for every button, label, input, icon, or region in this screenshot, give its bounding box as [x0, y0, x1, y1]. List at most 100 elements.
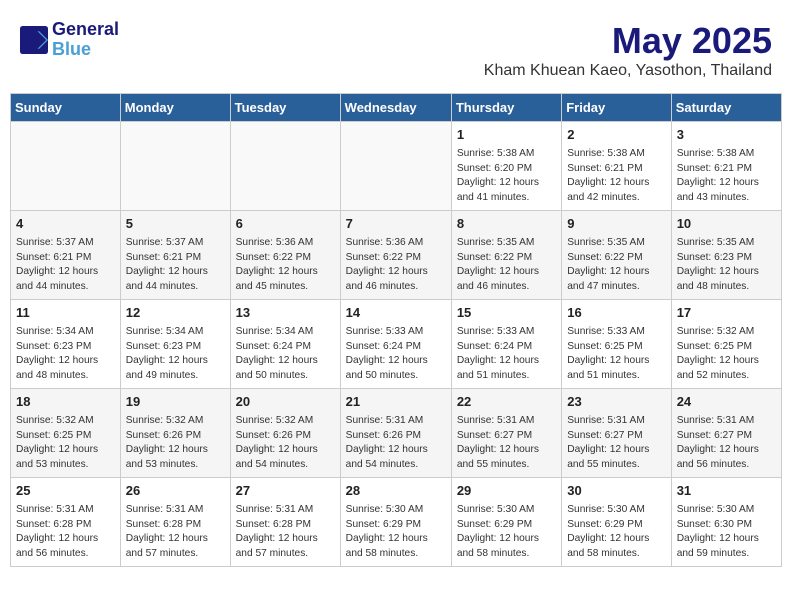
logo-icon [20, 26, 48, 54]
day-content: Sunrise: 5:37 AM Sunset: 6:21 PM Dayligh… [16, 236, 115, 295]
day-content: Sunrise: 5:32 AM Sunset: 6:26 PM Dayligh… [236, 414, 335, 473]
day-of-week-header: Wednesday [340, 94, 451, 122]
day-number: 28 [346, 482, 446, 501]
calendar-cell [11, 122, 121, 211]
day-of-week-header: Monday [120, 94, 230, 122]
day-number: 27 [236, 482, 335, 501]
day-number: 20 [236, 393, 335, 412]
logo: General Blue [20, 20, 119, 60]
calendar-cell [120, 122, 230, 211]
day-number: 17 [677, 304, 776, 323]
calendar-cell: 1 Sunrise: 5:38 AM Sunset: 6:20 PM Daylig… [451, 122, 561, 211]
day-number: 10 [677, 215, 776, 234]
day-content: Sunrise: 5:30 AM Sunset: 6:29 PM Dayligh… [346, 503, 446, 562]
day-number: 15 [457, 304, 556, 323]
calendar-cell: 25 Sunrise: 5:31 AM Sunset: 6:28 PM Dayli… [11, 477, 121, 566]
day-number: 21 [346, 393, 446, 412]
day-content: Sunrise: 5:38 AM Sunset: 6:21 PM Dayligh… [677, 147, 776, 206]
day-content: Sunrise: 5:36 AM Sunset: 6:22 PM Dayligh… [346, 236, 446, 295]
day-number: 1 [457, 126, 556, 145]
calendar-cell: 28 Sunrise: 5:30 AM Sunset: 6:29 PM Dayli… [340, 477, 451, 566]
day-content: Sunrise: 5:38 AM Sunset: 6:20 PM Dayligh… [457, 147, 556, 206]
day-of-week-header: Sunday [11, 94, 121, 122]
calendar-cell: 11 Sunrise: 5:34 AM Sunset: 6:23 PM Dayli… [11, 299, 121, 388]
calendar-cell: 19Sunrise: 5:32 AM Sunset: 6:26 PM Dayli… [120, 388, 230, 477]
day-number: 5 [126, 215, 225, 234]
day-number: 29 [457, 482, 556, 501]
day-content: Sunrise: 5:33 AM Sunset: 6:25 PM Dayligh… [567, 325, 665, 384]
day-content: Sunrise: 5:32 AM Sunset: 6:26 PM Dayligh… [126, 414, 225, 473]
day-number: 6 [236, 215, 335, 234]
calendar-cell: 23 Sunrise: 5:31 AM Sunset: 6:27 PM Dayli… [562, 388, 671, 477]
calendar-cell [340, 122, 451, 211]
day-number: 22 [457, 393, 556, 412]
day-content: Sunrise: 5:35 AM Sunset: 6:23 PM Dayligh… [677, 236, 776, 295]
calendar-cell: 7 Sunrise: 5:36 AM Sunset: 6:22 PM Daylig… [340, 210, 451, 299]
calendar-cell: 17Sunrise: 5:32 AM Sunset: 6:25 PM Dayli… [671, 299, 781, 388]
logo-text: General Blue [52, 20, 119, 60]
calendar-week-row: 25 Sunrise: 5:31 AM Sunset: 6:28 PM Dayli… [11, 477, 782, 566]
title-block: May 2025 Kham Khuean Kaeo, Yasothon, Tha… [484, 20, 772, 80]
day-number: 12 [126, 304, 225, 323]
day-of-week-header: Thursday [451, 94, 561, 122]
day-content: Sunrise: 5:30 AM Sunset: 6:29 PM Dayligh… [567, 503, 665, 562]
calendar-cell: 22 Sunrise: 5:31 AM Sunset: 6:27 PM Dayli… [451, 388, 561, 477]
calendar-cell [230, 122, 340, 211]
day-number: 16 [567, 304, 665, 323]
calendar-week-row: 4 Sunrise: 5:37 AM Sunset: 6:21 PM Daylig… [11, 210, 782, 299]
day-content: Sunrise: 5:31 AM Sunset: 6:28 PM Dayligh… [126, 503, 225, 562]
day-number: 8 [457, 215, 556, 234]
day-content: Sunrise: 5:30 AM Sunset: 6:29 PM Dayligh… [457, 503, 556, 562]
day-of-week-header: Friday [562, 94, 671, 122]
calendar-cell: 2Sunrise: 5:38 AM Sunset: 6:21 PM Daylig… [562, 122, 671, 211]
day-number: 9 [567, 215, 665, 234]
calendar-table: SundayMondayTuesdayWednesdayThursdayFrid… [10, 93, 782, 567]
calendar-cell: 26Sunrise: 5:31 AM Sunset: 6:28 PM Dayli… [120, 477, 230, 566]
day-number: 31 [677, 482, 776, 501]
calendar-cell: 6 Sunrise: 5:36 AM Sunset: 6:22 PM Daylig… [230, 210, 340, 299]
day-content: Sunrise: 5:30 AM Sunset: 6:30 PM Dayligh… [677, 503, 776, 562]
day-number: 13 [236, 304, 335, 323]
calendar-cell: 16 Sunrise: 5:33 AM Sunset: 6:25 PM Dayli… [562, 299, 671, 388]
day-of-week-header: Saturday [671, 94, 781, 122]
day-content: Sunrise: 5:34 AM Sunset: 6:24 PM Dayligh… [236, 325, 335, 384]
page-header: General Blue May 2025 Kham Khuean Kaeo, … [10, 10, 782, 85]
day-number: 23 [567, 393, 665, 412]
calendar-cell: 8 Sunrise: 5:35 AM Sunset: 6:22 PM Daylig… [451, 210, 561, 299]
calendar-cell: 18Sunrise: 5:32 AM Sunset: 6:25 PM Dayli… [11, 388, 121, 477]
calendar-cell: 13 Sunrise: 5:34 AM Sunset: 6:24 PM Dayli… [230, 299, 340, 388]
calendar-cell: 24 Sunrise: 5:31 AM Sunset: 6:27 PM Dayli… [671, 388, 781, 477]
calendar-cell: 27Sunrise: 5:31 AM Sunset: 6:28 PM Dayli… [230, 477, 340, 566]
calendar-cell: 12 Sunrise: 5:34 AM Sunset: 6:23 PM Dayli… [120, 299, 230, 388]
calendar-cell: 30Sunrise: 5:30 AM Sunset: 6:29 PM Dayli… [562, 477, 671, 566]
day-content: Sunrise: 5:31 AM Sunset: 6:28 PM Dayligh… [16, 503, 115, 562]
day-content: Sunrise: 5:33 AM Sunset: 6:24 PM Dayligh… [346, 325, 446, 384]
calendar-week-row: 18Sunrise: 5:32 AM Sunset: 6:25 PM Dayli… [11, 388, 782, 477]
day-number: 4 [16, 215, 115, 234]
day-number: 24 [677, 393, 776, 412]
day-number: 7 [346, 215, 446, 234]
calendar-cell: 20 Sunrise: 5:32 AM Sunset: 6:26 PM Dayli… [230, 388, 340, 477]
day-content: Sunrise: 5:34 AM Sunset: 6:23 PM Dayligh… [126, 325, 225, 384]
calendar-header-row: SundayMondayTuesdayWednesdayThursdayFrid… [11, 94, 782, 122]
day-content: Sunrise: 5:37 AM Sunset: 6:21 PM Dayligh… [126, 236, 225, 295]
day-content: Sunrise: 5:35 AM Sunset: 6:22 PM Dayligh… [457, 236, 556, 295]
day-content: Sunrise: 5:34 AM Sunset: 6:23 PM Dayligh… [16, 325, 115, 384]
day-content: Sunrise: 5:31 AM Sunset: 6:26 PM Dayligh… [346, 414, 446, 473]
calendar-cell: 4 Sunrise: 5:37 AM Sunset: 6:21 PM Daylig… [11, 210, 121, 299]
day-content: Sunrise: 5:31 AM Sunset: 6:27 PM Dayligh… [567, 414, 665, 473]
day-number: 11 [16, 304, 115, 323]
day-content: Sunrise: 5:32 AM Sunset: 6:25 PM Dayligh… [16, 414, 115, 473]
day-content: Sunrise: 5:36 AM Sunset: 6:22 PM Dayligh… [236, 236, 335, 295]
day-number: 2 [567, 126, 665, 145]
day-number: 25 [16, 482, 115, 501]
calendar-cell: 10 Sunrise: 5:35 AM Sunset: 6:23 PM Dayli… [671, 210, 781, 299]
calendar-cell: 5 Sunrise: 5:37 AM Sunset: 6:21 PM Daylig… [120, 210, 230, 299]
day-content: Sunrise: 5:31 AM Sunset: 6:27 PM Dayligh… [457, 414, 556, 473]
day-content: Sunrise: 5:31 AM Sunset: 6:27 PM Dayligh… [677, 414, 776, 473]
calendar-cell: 15Sunrise: 5:33 AM Sunset: 6:24 PM Dayli… [451, 299, 561, 388]
calendar-cell: 31 Sunrise: 5:30 AM Sunset: 6:30 PM Dayli… [671, 477, 781, 566]
calendar-cell: 3Sunrise: 5:38 AM Sunset: 6:21 PM Daylig… [671, 122, 781, 211]
main-title: May 2025 [484, 20, 772, 62]
day-content: Sunrise: 5:35 AM Sunset: 6:22 PM Dayligh… [567, 236, 665, 295]
